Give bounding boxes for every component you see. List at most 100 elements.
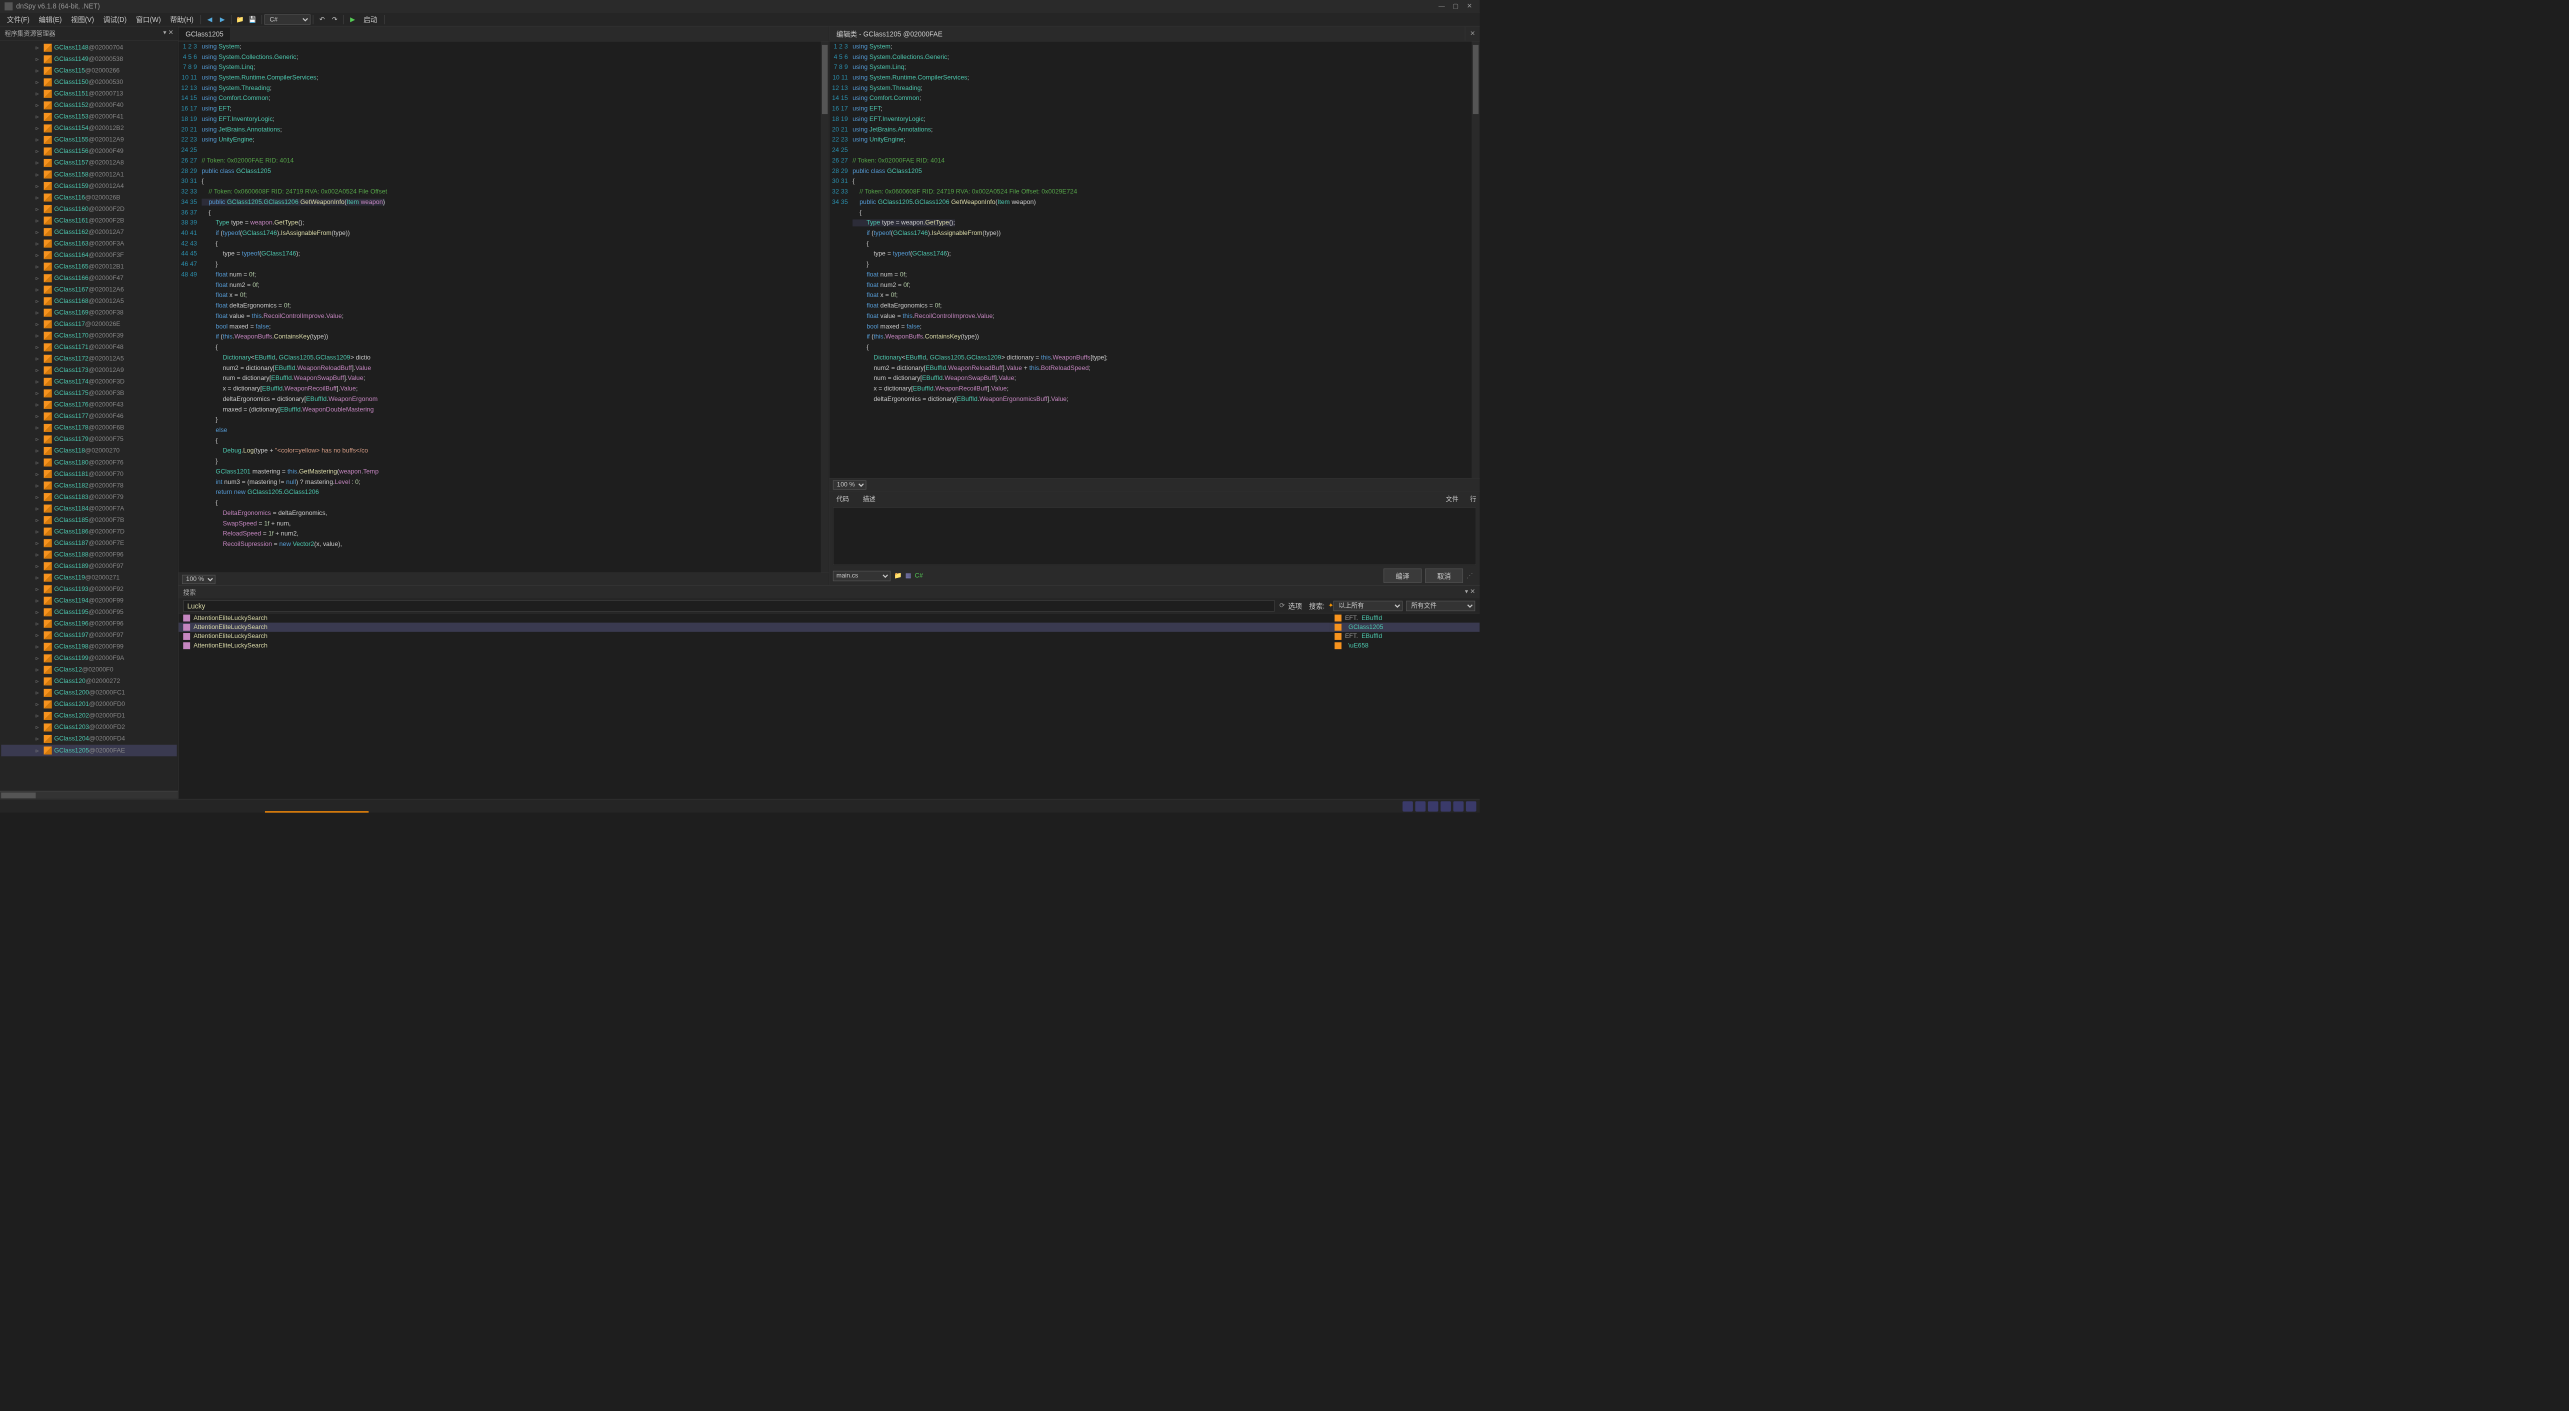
tree-item[interactable]: ▹GClass1173 @020012A9 — [1, 365, 177, 377]
search-results[interactable]: AttentionEliteLuckySearch AttentionEliteL… — [179, 613, 1480, 798]
tree-item[interactable]: ▹GClass1153 @02000F41 — [1, 111, 177, 123]
tray-icon[interactable] — [1466, 801, 1476, 811]
code-body[interactable]: using System; using System.Collections.G… — [852, 41, 1471, 478]
tree-item[interactable]: ▹GClass1156 @02000F49 — [1, 146, 177, 158]
tree-item[interactable]: ▹GClass1180 @02000F76 — [1, 457, 177, 469]
tree-item[interactable]: ▹GClass1182 @02000F78 — [1, 480, 177, 492]
search-result[interactable]: AttentionEliteLuckySearch — [179, 613, 1330, 622]
menu-help[interactable]: 帮助(H) — [166, 13, 199, 26]
search-result-location[interactable]: EFT.EBuffId — [1330, 613, 1480, 622]
redo-icon[interactable]: ↷ — [329, 14, 339, 24]
search-scope-select[interactable]: 以上所有 — [1333, 600, 1402, 610]
menu-file[interactable]: 文件(F) — [2, 13, 34, 26]
tree-item[interactable]: ▹GClass1164 @02000F3F — [1, 249, 177, 261]
tree-item[interactable]: ▹GClass1165 @020012B1 — [1, 261, 177, 273]
tree-item[interactable]: ▹GClass1178 @02000F6B — [1, 422, 177, 434]
tree-item[interactable]: ▹GClass1171 @02000F48 — [1, 342, 177, 354]
tree-item[interactable]: ▹GClass1188 @02000F96 — [1, 549, 177, 561]
start-icon[interactable]: ▶ — [347, 14, 357, 24]
tree-item[interactable]: ▹GClass1199 @02000F9A — [1, 653, 177, 665]
tree-item[interactable]: ▹GClass1197 @02000F97 — [1, 630, 177, 642]
tree-item[interactable]: ▹GClass1184 @02000F7A — [1, 503, 177, 515]
tree-item[interactable]: ▹GClass1155 @020012A9 — [1, 134, 177, 146]
tree-item[interactable]: ▹GClass1175 @02000F3B — [1, 388, 177, 400]
options-icon[interactable]: ⟳ — [1279, 602, 1284, 609]
open-file-icon[interactable]: 📁 — [894, 572, 902, 579]
add-ref-icon[interactable]: ▦ — [905, 572, 911, 579]
tree-item[interactable]: ▹GClass1163 @02000F3A — [1, 238, 177, 250]
code-body[interactable]: using System; using System.Collections.G… — [202, 41, 821, 572]
tray-icon[interactable] — [1403, 801, 1413, 811]
tree-item[interactable]: ▹GClass1194 @02000F99 — [1, 595, 177, 607]
tree-item[interactable]: ▹GClass1185 @02000F7B — [1, 514, 177, 526]
sidebar-close-icon[interactable]: ▾ ✕ — [163, 29, 173, 38]
tree-item[interactable]: ▹GClass1196 @02000F96 — [1, 618, 177, 630]
save-icon[interactable]: 💾 — [248, 14, 258, 24]
undo-icon[interactable]: ↶ — [317, 14, 327, 24]
back-icon[interactable]: ◀ — [204, 14, 214, 24]
tab-code[interactable]: 代码 — [833, 492, 853, 505]
minimize-button[interactable]: — — [1436, 2, 1448, 10]
tray-icon[interactable] — [1415, 801, 1425, 811]
tree-item[interactable]: ▹GClass1176 @02000F43 — [1, 399, 177, 411]
tree-item[interactable]: ▹GClass1183 @02000F79 — [1, 491, 177, 503]
editor-vscroll[interactable] — [1472, 41, 1480, 478]
editor-vscroll[interactable] — [821, 41, 829, 572]
cancel-button[interactable]: 取消 — [1425, 569, 1463, 583]
tree-item[interactable]: ▹GClass1172 @020012A5 — [1, 353, 177, 365]
tree-item[interactable]: ▹GClass1148 @02000704 — [1, 42, 177, 54]
tree-item[interactable]: ▹GClass1169 @02000F38 — [1, 307, 177, 319]
search-result[interactable]: AttentionEliteLuckySearch — [179, 641, 1330, 650]
tree-item[interactable]: ▹GClass1166 @02000F47 — [1, 272, 177, 284]
resize-grip-icon[interactable]: ⋰ — [1466, 572, 1472, 579]
tree-item[interactable]: ▹GClass1189 @02000F97 — [1, 560, 177, 572]
search-panel-buttons[interactable]: ▾ ✕ — [1465, 588, 1475, 597]
tree-item[interactable]: ▹GClass1204 @02000FD4 — [1, 733, 177, 745]
tree-item[interactable]: ▹GClass118 @02000270 — [1, 445, 177, 457]
tree-item[interactable]: ▹GClass1203 @02000FD2 — [1, 722, 177, 734]
maximize-button[interactable]: ▢ — [1450, 2, 1462, 10]
tree-item[interactable]: ▹GClass1150 @02000530 — [1, 77, 177, 89]
menu-debug[interactable]: 调试(D) — [99, 13, 132, 26]
tree-item[interactable]: ▹GClass1159 @020012A4 — [1, 180, 177, 192]
start-button[interactable]: 启动 — [359, 13, 382, 26]
tree-item[interactable]: ▹GClass1186 @02000F7D — [1, 526, 177, 538]
menu-window[interactable]: 窗口(W) — [131, 13, 165, 26]
tree-item[interactable]: ▹GClass1162 @020012A7 — [1, 226, 177, 238]
tree-item[interactable]: ▹GClass1168 @020012A5 — [1, 295, 177, 307]
search-result-location[interactable]: GClass1205 — [1330, 623, 1480, 632]
compile-button[interactable]: 编译 — [1384, 569, 1422, 583]
open-icon[interactable]: 📁 — [235, 14, 245, 24]
sidebar-hscroll[interactable] — [0, 791, 178, 799]
tree-item[interactable]: ▹GClass1187 @02000F7E — [1, 537, 177, 549]
tree-item[interactable]: ▹GClass1174 @02000F3D — [1, 376, 177, 388]
tree-item[interactable]: ▹GClass1167 @020012A6 — [1, 284, 177, 296]
csharp-icon[interactable]: C# — [915, 572, 923, 579]
code-area-left[interactable]: 1 2 3 4 5 6 7 8 9 10 11 12 13 14 15 16 1… — [179, 41, 829, 572]
tree-item[interactable]: ▹GClass115 @02000266 — [1, 65, 177, 77]
zoom-select[interactable]: 100 % — [182, 575, 215, 584]
tree-item[interactable]: ▹GClass1170 @02000F39 — [1, 330, 177, 342]
tree-item[interactable]: ▹GClass1158 @020012A1 — [1, 169, 177, 181]
search-input[interactable] — [183, 600, 1275, 612]
search-files-select[interactable]: 所有文件 — [1406, 600, 1475, 610]
tree-item[interactable]: ▹GClass1202 @02000FD1 — [1, 710, 177, 722]
tree-item[interactable]: ▹GClass1205 @02000FAE — [1, 745, 177, 757]
tree-item[interactable]: ▹GClass117 @0200026E — [1, 319, 177, 331]
tab-description[interactable]: 描述 — [859, 492, 879, 505]
assembly-tree[interactable]: ▹GClass1148 @02000704▹GClass1149 @020005… — [0, 41, 178, 791]
tree-item[interactable]: ▹GClass120 @02000272 — [1, 676, 177, 688]
editor-tab[interactable]: 编辑类 - GClass1205 @02000FAE — [829, 26, 1465, 40]
panel-close-icon[interactable]: ✕ — [1465, 28, 1480, 40]
tree-item[interactable]: ▹GClass1149 @02000538 — [1, 54, 177, 66]
tree-item[interactable]: ▹GClass1179 @02000F75 — [1, 434, 177, 446]
tray-icon[interactable] — [1453, 801, 1463, 811]
code-area-right[interactable]: 1 2 3 4 5 6 7 8 9 10 11 12 13 14 15 16 1… — [829, 41, 1479, 478]
tree-item[interactable]: ▹GClass119 @02000271 — [1, 572, 177, 584]
zoom-select[interactable]: 100 % — [833, 480, 866, 489]
tray-icon[interactable] — [1428, 801, 1438, 811]
menu-view[interactable]: 视图(V) — [66, 13, 98, 26]
error-list[interactable] — [833, 507, 1476, 565]
tree-item[interactable]: ▹GClass1195 @02000F95 — [1, 607, 177, 619]
tree-item[interactable]: ▹GClass1177 @02000F46 — [1, 411, 177, 423]
